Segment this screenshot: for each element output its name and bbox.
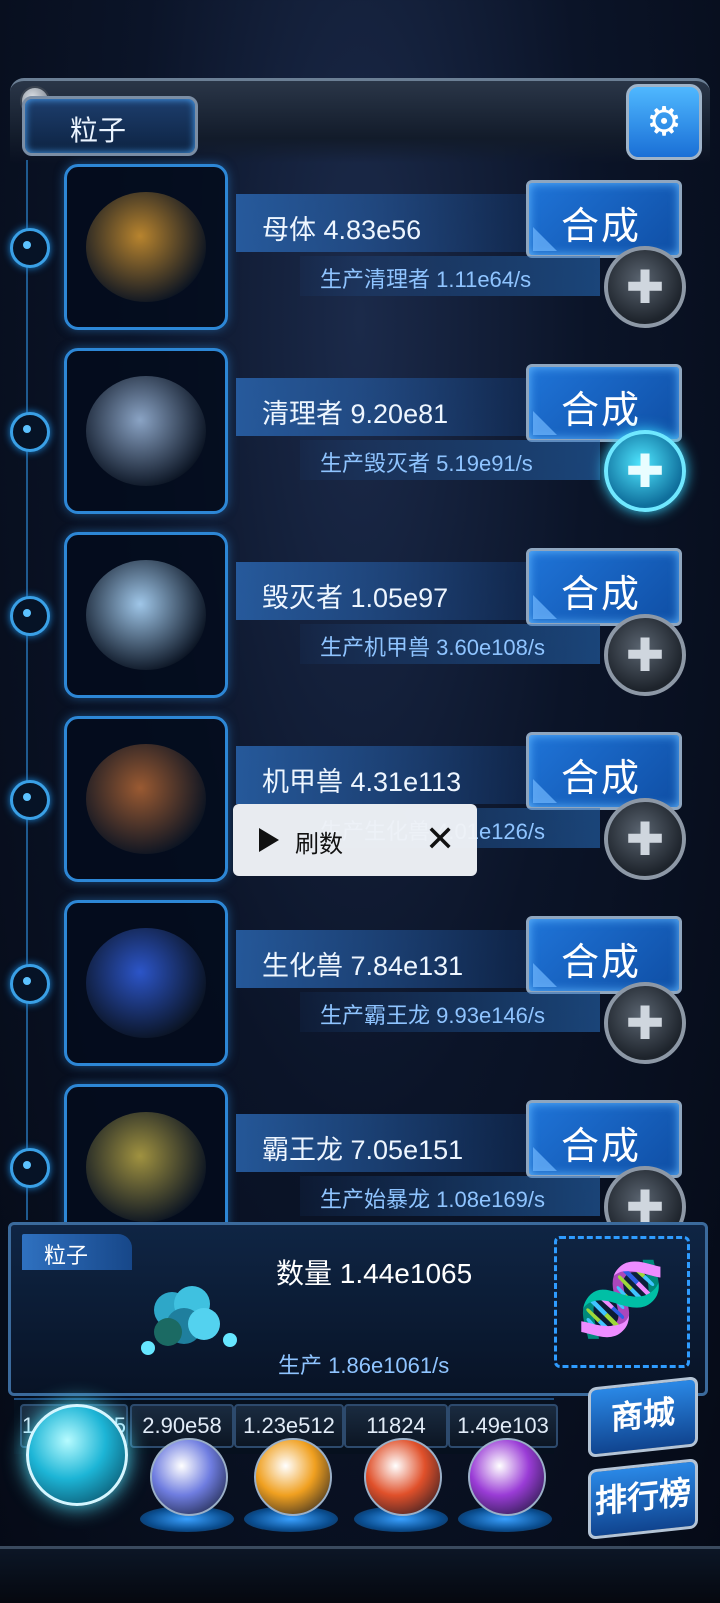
craft-button-label: 合成 — [561, 1126, 642, 1168]
craft-button-label: 合成 — [561, 942, 642, 984]
vortex-orb-icon[interactable] — [468, 1438, 546, 1516]
add-button[interactable]: ✚ — [604, 798, 686, 880]
rate-label: 生产 — [278, 1353, 323, 1378]
brain-orb-icon[interactable] — [364, 1438, 442, 1516]
creature-amount: 7.84e131 — [350, 951, 464, 981]
production-rate: 3.60e108/s — [436, 635, 546, 660]
craft-button-label: 合成 — [561, 758, 642, 800]
larva-rock-icon — [86, 192, 206, 302]
production-text: 生产始暴龙 1.08e169/s — [320, 1182, 545, 1214]
creature-name-label: 机甲兽 — [262, 767, 343, 797]
creature-row: 清理者 9.20e81 合成 生产毁灭者 5.19e91/s ✚ — [0, 348, 720, 530]
production-label: 生产机甲兽 — [320, 635, 431, 660]
rank-button[interactable]: 排行榜 — [588, 1458, 698, 1540]
creature-row: 生化兽 7.84e131 合成 生产霸王龙 9.93e146/s ✚ — [0, 900, 720, 1082]
production-text: 生产毁灭者 5.19e91/s — [320, 446, 533, 478]
creature-name-label: 霸王龙 — [262, 1135, 343, 1165]
count-value: 1.44e1065 — [339, 1258, 473, 1289]
craft-button[interactable]: 合成 — [526, 916, 682, 994]
creature-row: 毁灭者 1.05e97 合成 生产机甲兽 3.60e108/s ✚ — [0, 532, 720, 714]
play-icon[interactable] — [259, 828, 279, 852]
add-button[interactable]: ✚ — [604, 982, 686, 1064]
t-rex-icon — [86, 1112, 206, 1222]
resource-tab-label: 粒子 — [44, 1243, 89, 1268]
destroyer-mech-icon — [86, 560, 206, 670]
creature-name: 机甲兽 4.31e113 — [262, 760, 461, 799]
craft-button[interactable]: 合成 — [526, 1100, 682, 1178]
creature-row: 母体 4.83e56 合成 生产清理者 1.11e64/s ✚ — [0, 164, 720, 346]
mech-beast-icon — [86, 744, 206, 854]
cleaner-bot-icon — [86, 376, 206, 486]
count-label: 数量 — [276, 1258, 333, 1289]
bio-beast-icon — [86, 928, 206, 1038]
plus-icon: ✚ — [625, 629, 665, 681]
production-label: 生产霸王龙 — [320, 1003, 431, 1028]
production-rate: 1.08e169/s — [436, 1187, 546, 1212]
add-button[interactable]: ✚ — [604, 246, 686, 328]
production-label: 生产始暴龙 — [320, 1187, 431, 1212]
creature-amount: 4.83e56 — [323, 215, 422, 245]
creature-name-label: 生化兽 — [262, 951, 343, 981]
plus-icon: ✚ — [625, 813, 665, 865]
creature-amount: 1.05e97 — [350, 583, 449, 613]
creature-name: 生化兽 7.84e131 — [262, 944, 463, 983]
dna-icon: 🧬 — [576, 1259, 666, 1340]
creature-amount: 7.05e151 — [350, 1135, 464, 1165]
add-button[interactable]: ✚ — [604, 614, 686, 696]
creature-amount: 9.20e81 — [350, 399, 449, 429]
creature-portrait — [64, 900, 228, 1066]
resource-rate: 生产 1.86e1061/s — [278, 1348, 449, 1380]
lightning-orb-icon[interactable] — [150, 1438, 228, 1516]
fire-orb-icon[interactable] — [254, 1438, 332, 1516]
production-label: 生产清理者 — [320, 267, 431, 292]
creature-portrait — [64, 348, 228, 514]
creature-portrait — [64, 716, 228, 882]
plus-icon: ✚ — [625, 261, 665, 313]
craft-button[interactable]: 合成 — [526, 732, 682, 810]
resource-count: 数量 1.44e1065 — [276, 1252, 472, 1292]
add-button[interactable]: ✚ — [604, 430, 686, 512]
gear-icon: ⚙ — [646, 100, 682, 144]
production-text: 生产清理者 1.11e64/s — [320, 262, 531, 294]
refresh-popup: 刷数 ✕ — [233, 804, 477, 876]
production-rate: 1.11e64/s — [436, 267, 532, 292]
title-plate: 粒子 — [22, 96, 198, 156]
creature-amount: 4.31e113 — [350, 767, 462, 797]
production-text: 生产霸王龙 9.93e146/s — [320, 998, 545, 1030]
creature-name: 霸王龙 7.05e151 — [262, 1128, 463, 1167]
craft-button[interactable]: 合成 — [526, 364, 682, 442]
close-icon[interactable]: ✕ — [425, 818, 455, 860]
craft-button-label: 合成 — [561, 390, 642, 432]
production-label: 生产毁灭者 — [320, 451, 431, 476]
creature-name: 清理者 9.20e81 — [262, 392, 448, 431]
page-title: 粒子 — [70, 115, 127, 146]
plus-icon: ✚ — [625, 445, 665, 497]
creature-name: 毁灭者 1.05e97 — [262, 576, 448, 615]
bottom-edge — [0, 1546, 720, 1603]
creature-name: 母体 4.83e56 — [262, 208, 421, 247]
popup-label[interactable]: 刷数 — [295, 824, 343, 859]
craft-button[interactable]: 合成 — [526, 180, 682, 258]
creature-portrait — [64, 164, 228, 330]
craft-button-label: 合成 — [561, 206, 642, 248]
resource-tab: 粒子 — [22, 1234, 132, 1270]
plus-icon: ✚ — [625, 997, 665, 1049]
rate-value: 1.86e1061/s — [328, 1353, 450, 1378]
production-rate: 9.93e146/s — [436, 1003, 546, 1028]
particle-cluster-icon — [141, 1286, 237, 1355]
shop-button[interactable]: 商城 — [588, 1376, 698, 1458]
production-rate: 5.19e91/s — [436, 451, 533, 476]
creature-name-label: 母体 — [262, 215, 316, 245]
creature-name-label: 清理者 — [262, 399, 343, 429]
craft-button[interactable]: 合成 — [526, 548, 682, 626]
settings-button[interactable]: ⚙ — [626, 84, 702, 160]
creature-name-label: 毁灭者 — [262, 583, 343, 613]
creature-portrait — [64, 532, 228, 698]
selected-particle-orb[interactable] — [26, 1404, 128, 1506]
craft-button-label: 合成 — [561, 574, 642, 616]
production-text: 生产机甲兽 3.60e108/s — [320, 630, 545, 662]
